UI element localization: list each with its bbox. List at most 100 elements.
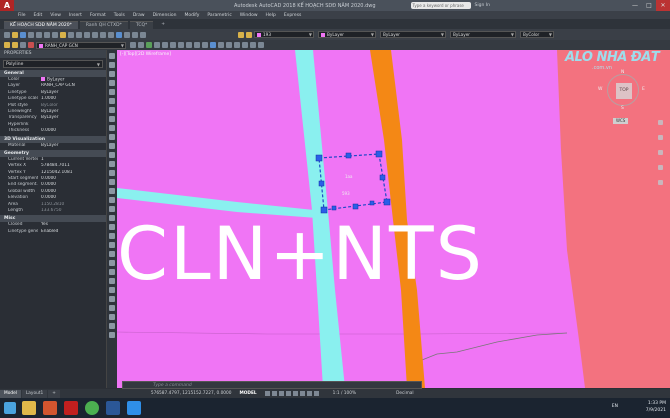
menu-window[interactable]: Window: [240, 13, 258, 18]
layer-iso-icon[interactable]: [146, 42, 152, 48]
match-properties-icon[interactable]: [60, 31, 66, 38]
drawing-canvas[interactable]: 1aa 593 [-][Top][2D Wireframe] CLN+NTS A…: [117, 50, 670, 388]
spline-icon[interactable]: [109, 125, 115, 131]
section-misc[interactable]: Misc: [0, 215, 106, 223]
otrack-icon[interactable]: [299, 391, 305, 396]
snap-icon[interactable]: [271, 391, 277, 396]
gradient-icon[interactable]: [109, 179, 115, 185]
menu-tools[interactable]: Tools: [114, 13, 125, 18]
layer-lock-icon[interactable]: [20, 42, 26, 48]
extend-tool-icon[interactable]: [109, 305, 115, 311]
region-icon[interactable]: [109, 188, 115, 194]
circle-icon[interactable]: [170, 42, 176, 48]
windows-start-icon[interactable]: [4, 402, 16, 414]
make-block-icon[interactable]: [109, 152, 115, 158]
rectangle-tool-icon[interactable]: [109, 89, 115, 95]
color-combo[interactable]: ByLayer ▼: [318, 31, 376, 38]
powerpoint-icon[interactable]: [43, 401, 57, 415]
circle-tool-icon[interactable]: [109, 107, 115, 113]
lineweight-icon[interactable]: [306, 391, 312, 396]
scale-icon[interactable]: [109, 278, 115, 284]
dimension-icon[interactable]: [210, 42, 216, 48]
menu-edit[interactable]: Edit: [34, 13, 43, 18]
viewcube-north[interactable]: N: [621, 70, 624, 75]
viewcube-top-face[interactable]: TOP: [616, 83, 632, 99]
tab-ke-hoach-sdd[interactable]: KẾ HOẠCH SDĐ NĂM 2020*: [4, 21, 78, 29]
undo-icon[interactable]: [68, 31, 74, 38]
construction-line-icon[interactable]: [109, 62, 115, 68]
add-layout-button[interactable]: +: [48, 389, 60, 398]
polygon-icon[interactable]: [109, 80, 115, 86]
tab-tcq[interactable]: TCQ*: [129, 21, 154, 29]
erase-icon[interactable]: [109, 215, 115, 221]
autocad-taskbar-icon[interactable]: [64, 401, 78, 415]
line-icon[interactable]: [154, 42, 160, 48]
steering-wheel-icon[interactable]: [658, 120, 663, 125]
command-line[interactable]: Type a command: [122, 381, 422, 389]
transparency-icon[interactable]: [313, 391, 319, 396]
arc-tool-icon[interactable]: [109, 98, 115, 104]
prop-row[interactable]: Thickness 0.0000: [0, 128, 106, 134]
redo-icon[interactable]: [76, 31, 82, 38]
polyline-icon[interactable]: [162, 42, 168, 48]
pan-icon[interactable]: [84, 31, 90, 38]
layer-previous-icon[interactable]: [138, 42, 144, 48]
insert-block-icon[interactable]: [109, 143, 115, 149]
design-center-icon[interactable]: [124, 31, 130, 38]
prop-row[interactable]: Material ByLayer: [0, 143, 106, 149]
copy-icon[interactable]: [44, 31, 50, 38]
rotate-tool-icon[interactable]: [109, 269, 115, 275]
maximize-button[interactable]: □: [642, 0, 656, 11]
menu-format[interactable]: Format: [90, 13, 106, 18]
new-icon[interactable]: [4, 31, 10, 38]
viewcube-west[interactable]: W: [598, 87, 602, 92]
plotstyle-combo[interactable]: ByColor ▼: [520, 31, 554, 38]
zoom-icon[interactable]: [92, 31, 98, 38]
layer-freeze-icon[interactable]: [12, 42, 18, 48]
section-general[interactable]: General: [0, 70, 106, 77]
current-layer-combo[interactable]: RANH_CAP GCN ▼: [36, 41, 126, 49]
viewcube[interactable]: TOP: [607, 74, 639, 106]
hatch-tool-icon[interactable]: [109, 170, 115, 176]
tool-palettes-icon[interactable]: [132, 31, 138, 38]
autocad-logo-icon[interactable]: A: [0, 0, 14, 11]
viewport-controls[interactable]: [-][Top][2D Wireframe]: [120, 52, 171, 57]
units-display[interactable]: Decimal: [396, 391, 414, 396]
rectangle-icon[interactable]: [186, 42, 192, 48]
close-button[interactable]: ✕: [656, 0, 670, 11]
line-tool-icon[interactable]: [109, 53, 115, 59]
ortho-icon[interactable]: [278, 391, 284, 396]
menu-draw[interactable]: Draw: [133, 13, 145, 18]
trim-tool-icon[interactable]: [109, 296, 115, 302]
table-icon[interactable]: [109, 197, 115, 203]
paste-icon[interactable]: [52, 31, 58, 38]
menu-parametric[interactable]: Parametric: [207, 13, 231, 18]
polyline-tool-icon[interactable]: [109, 71, 115, 77]
trim-icon[interactable]: [234, 42, 240, 48]
offset-tool-icon[interactable]: [109, 242, 115, 248]
grid-icon[interactable]: [264, 391, 270, 396]
viewcube-east[interactable]: E: [642, 87, 645, 92]
properties-icon[interactable]: [116, 31, 122, 38]
offset-icon[interactable]: [250, 42, 256, 48]
open-icon[interactable]: [12, 31, 18, 38]
zoom-previous-icon[interactable]: [108, 31, 114, 38]
tab-ranh-qh[interactable]: Ranh QH CTXD*: [79, 21, 128, 29]
stretch-icon[interactable]: [109, 287, 115, 293]
mirror-icon[interactable]: [109, 233, 115, 239]
pan-nav-icon[interactable]: [658, 135, 663, 140]
wcs-menu[interactable]: WCS: [613, 118, 629, 124]
calculator-icon[interactable]: [140, 31, 146, 38]
prop-row[interactable]: Linetype gene...Enabled: [0, 229, 106, 235]
search-input[interactable]: Type a keyword or phrase: [410, 2, 471, 9]
linetype-combo[interactable]: ByLayer ▼: [380, 31, 446, 38]
extend-icon[interactable]: [242, 42, 248, 48]
hatch-icon[interactable]: [194, 42, 200, 48]
array-icon[interactable]: [109, 251, 115, 257]
layer-properties-icon[interactable]: [238, 31, 244, 38]
point-icon[interactable]: [109, 161, 115, 167]
copy-tool-icon[interactable]: [109, 224, 115, 230]
move-icon[interactable]: [218, 42, 224, 48]
menu-insert[interactable]: Insert: [69, 13, 82, 18]
text-icon[interactable]: [202, 42, 208, 48]
